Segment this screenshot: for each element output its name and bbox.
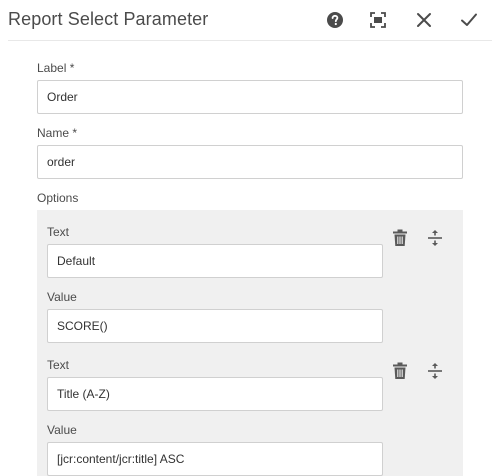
dialog-title: Report Select Parameter (8, 9, 209, 29)
option-text-label: Text (47, 358, 70, 372)
reorder-option-handle[interactable] (423, 359, 447, 383)
fullscreen-icon (370, 12, 386, 28)
name-field-label: Name * (37, 126, 78, 140)
option-text-label: Text (47, 225, 70, 239)
dialog-header: Report Select Parameter (0, 0, 500, 40)
help-button[interactable] (323, 8, 347, 32)
header-divider (8, 40, 492, 41)
label-input[interactable] (37, 80, 463, 114)
options-label: Options (37, 191, 79, 205)
delete-option-button[interactable] (388, 359, 412, 383)
move-handle-icon (428, 363, 442, 379)
help-icon (327, 12, 343, 28)
option-text-input[interactable] (47, 377, 383, 411)
trash-icon (393, 362, 407, 379)
reorder-option-handle[interactable] (423, 226, 447, 250)
name-input[interactable] (37, 145, 463, 179)
label-field-label: Label * (37, 61, 75, 75)
option-text-input[interactable] (47, 244, 383, 278)
close-icon (417, 13, 431, 27)
move-handle-icon (428, 230, 442, 246)
done-button[interactable] (457, 8, 481, 32)
option-value-label: Value (47, 290, 77, 304)
option-value-input[interactable] (47, 442, 383, 476)
options-multifield: Text Value Text Value (37, 210, 463, 476)
fullscreen-button[interactable] (366, 8, 390, 32)
delete-option-button[interactable] (388, 226, 412, 250)
trash-icon (393, 229, 407, 246)
close-button[interactable] (412, 8, 436, 32)
option-value-input[interactable] (47, 309, 383, 343)
checkmark-icon (461, 13, 477, 26)
option-value-label: Value (47, 423, 77, 437)
